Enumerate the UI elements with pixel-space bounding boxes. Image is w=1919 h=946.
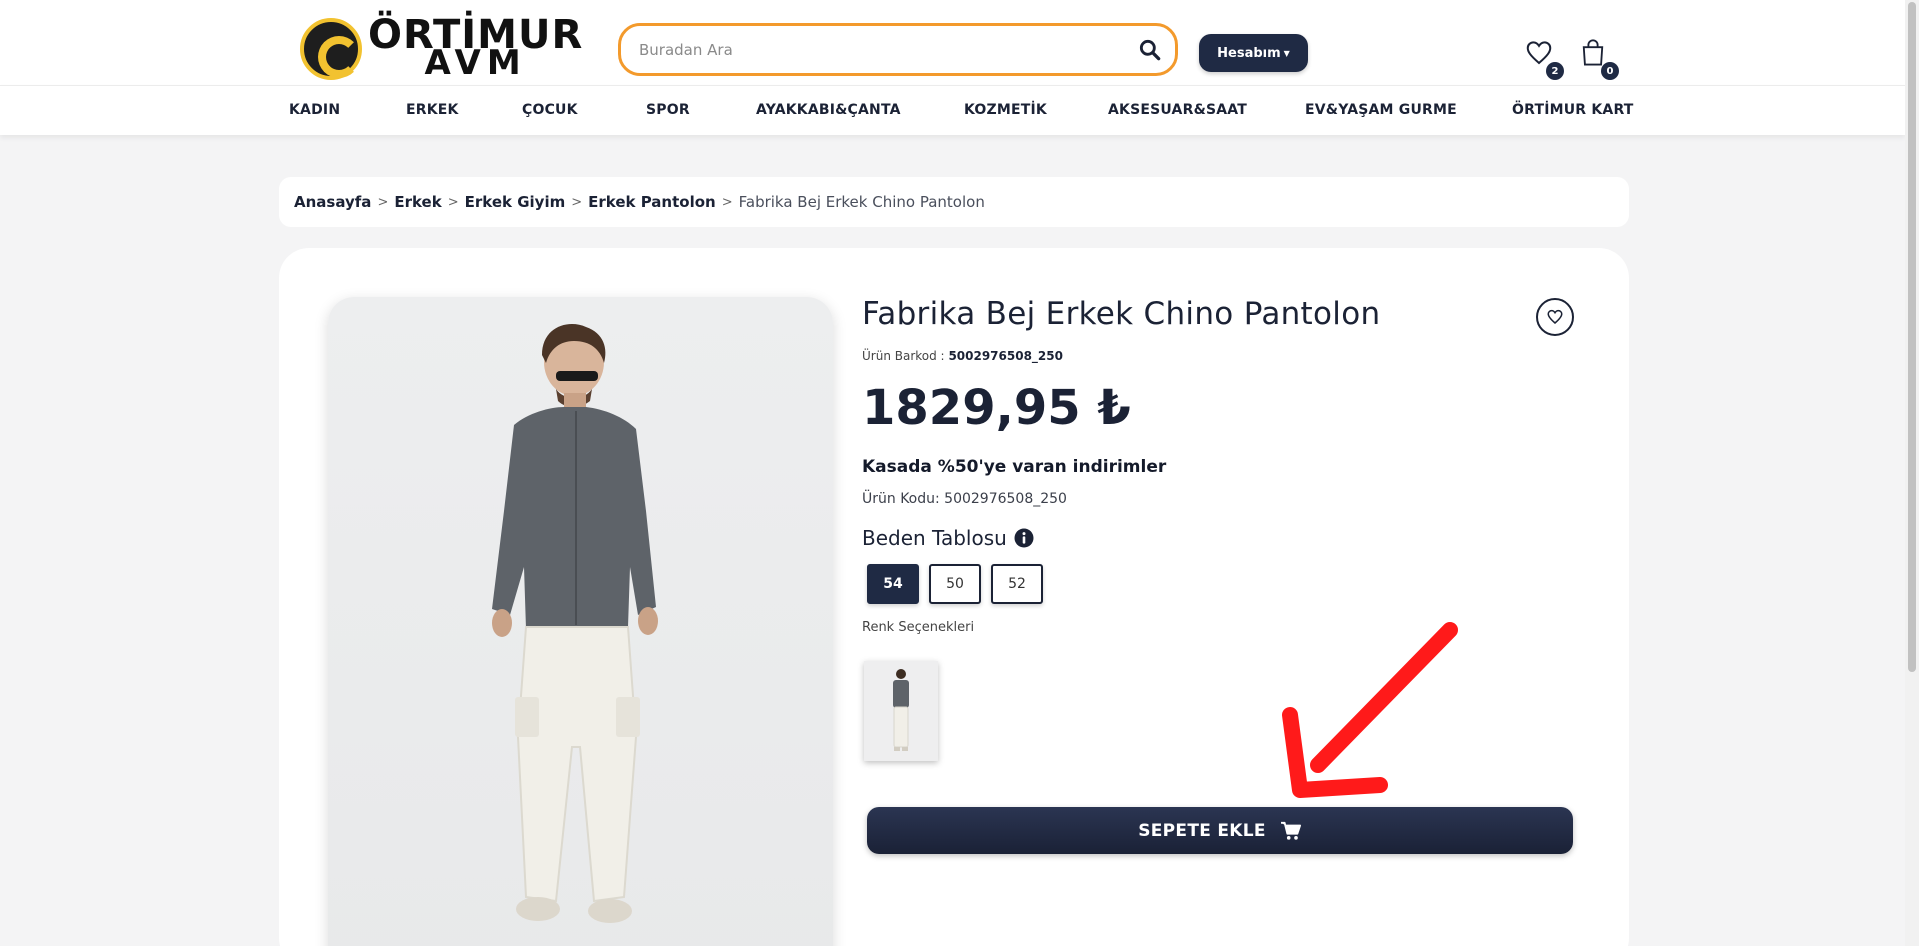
- color-option-thumbnail[interactable]: [864, 661, 938, 761]
- search-input[interactable]: [639, 38, 1119, 62]
- search-box: [618, 23, 1178, 76]
- nav-item-cocuk[interactable]: ÇOCUK: [522, 102, 578, 118]
- nav-item-kadin[interactable]: KADIN: [289, 102, 340, 118]
- nav-item-aksesuar-saat[interactable]: AKSESUAR&SAAT: [1108, 102, 1247, 118]
- breadcrumb-link-erkek-giyim[interactable]: Erkek Giyim: [465, 193, 566, 211]
- annotation-arrow-icon: [1282, 622, 1458, 798]
- cart-button[interactable]: 0: [1579, 38, 1619, 80]
- nav-item-ev-yasam-gurme[interactable]: EV&YAŞAM GURME: [1305, 102, 1457, 118]
- add-to-favorites-button[interactable]: [1536, 298, 1574, 336]
- size-option-50[interactable]: 50: [929, 564, 981, 604]
- product-image[interactable]: [328, 297, 833, 946]
- product-code: Ürün Kodu: 5002976508_250: [862, 491, 1067, 507]
- wishlist-count-badge: 2: [1546, 62, 1564, 80]
- color-thumbnail-figure: [893, 669, 909, 751]
- wishlist-button[interactable]: 2: [1524, 38, 1564, 80]
- logo-emblem: [300, 18, 362, 80]
- scrollbar-thumb[interactable]: [1908, 2, 1916, 672]
- heart-icon: [1547, 309, 1563, 324]
- size-table-label: Beden Tablosu: [862, 526, 1007, 550]
- size-option-52[interactable]: 52: [991, 564, 1043, 604]
- header: ÖRTİMUR AVM Hesabım▼ 2 0: [0, 0, 1905, 85]
- size-option-54[interactable]: 54: [867, 564, 919, 604]
- account-button[interactable]: Hesabım ▼: [1199, 34, 1308, 72]
- info-icon[interactable]: [1014, 528, 1034, 548]
- nav-item-ayakkabi-canta[interactable]: AYAKKABI&ÇANTA: [756, 102, 901, 118]
- site-logo[interactable]: ÖRTİMUR AVM: [300, 15, 583, 80]
- breadcrumb-separator: >: [447, 194, 459, 210]
- model-figure: [492, 324, 658, 923]
- breadcrumb: Anasayfa > Erkek > Erkek Giyim > Erkek P…: [279, 177, 1629, 227]
- cart-icon: [1280, 821, 1301, 840]
- size-table-heading: Beden Tablosu: [862, 526, 1034, 550]
- nav-item-spor[interactable]: SPOR: [646, 102, 690, 118]
- product-barcode: Ürün Barkod : 5002976508_250: [862, 349, 1063, 363]
- cart-count-badge: 0: [1601, 62, 1619, 80]
- breadcrumb-link-erkek[interactable]: Erkek: [394, 193, 441, 211]
- add-to-cart-button[interactable]: SEPETE EKLE: [867, 807, 1573, 854]
- breadcrumb-link-home[interactable]: Anasayfa: [294, 193, 371, 211]
- nav-item-kozmetik[interactable]: KOZMETİK: [964, 102, 1047, 118]
- color-options-label: Renk Seçenekleri: [862, 620, 975, 635]
- breadcrumb-separator: >: [721, 194, 733, 210]
- nav-item-ortimur-kart[interactable]: ÖRTİMUR KART: [1512, 102, 1634, 118]
- breadcrumb-current: Fabrika Bej Erkek Chino Pantolon: [738, 193, 985, 211]
- nav-item-erkek[interactable]: ERKEK: [406, 102, 459, 118]
- account-label: Hesabım: [1217, 45, 1281, 61]
- product-price: 1829,95 ₺: [862, 380, 1131, 436]
- breadcrumb-link-erkek-pantolon[interactable]: Erkek Pantolon: [588, 193, 716, 211]
- product-title: Fabrika Bej Erkek Chino Pantolon: [862, 296, 1381, 332]
- main-navigation: KADIN ERKEK ÇOCUK SPOR AYAKKABI&ÇANTA KO…: [0, 85, 1905, 135]
- search-icon[interactable]: [1137, 37, 1163, 63]
- vertical-scrollbar[interactable]: [1905, 0, 1919, 946]
- chevron-down-icon: ▼: [1283, 48, 1290, 58]
- promo-text: Kasada %50'ye varan indirimler: [862, 457, 1167, 477]
- barcode-value: 5002976508_250: [948, 349, 1063, 363]
- breadcrumb-separator: >: [571, 194, 583, 210]
- barcode-label: Ürün Barkod :: [862, 349, 945, 363]
- breadcrumb-separator: >: [377, 194, 389, 210]
- add-to-cart-label: SEPETE EKLE: [1138, 820, 1266, 841]
